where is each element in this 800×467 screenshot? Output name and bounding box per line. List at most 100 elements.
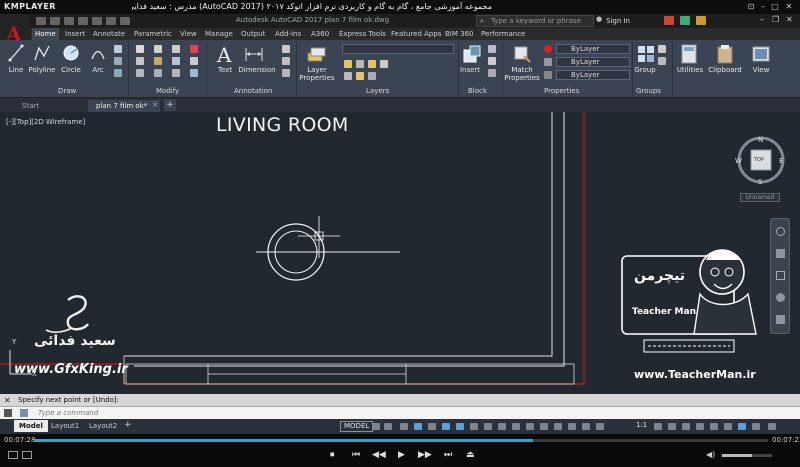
- transparency-icon[interactable]: [484, 423, 492, 430]
- polyline-tool-icon[interactable]: [34, 44, 50, 62]
- rotate-icon[interactable]: [154, 45, 162, 53]
- quick-properties-icon[interactable]: [696, 423, 704, 430]
- layout-tab-model[interactable]: Model: [14, 420, 48, 432]
- compass-south[interactable]: S: [758, 178, 762, 186]
- pin-icon[interactable]: ⊡: [746, 2, 756, 12]
- plot-icon[interactable]: [92, 17, 102, 25]
- polar-tracking-icon[interactable]: [414, 423, 422, 430]
- object-snap-tracking-icon[interactable]: [442, 423, 450, 430]
- group-edit-icon[interactable]: [658, 57, 666, 65]
- tab-express-tools[interactable]: Express Tools: [336, 28, 389, 40]
- object-snap-icon[interactable]: [456, 423, 464, 430]
- ucs-menu[interactable]: Unnamed: [740, 193, 780, 202]
- add-layout-icon[interactable]: +: [124, 420, 132, 430]
- selection-filter-icon[interactable]: [540, 423, 548, 430]
- tab-view[interactable]: View: [177, 28, 200, 40]
- tab-featured-apps[interactable]: Featured Apps: [388, 28, 444, 40]
- a360-icon[interactable]: [680, 16, 690, 25]
- zoom-extents-icon[interactable]: [776, 271, 785, 280]
- sign-in-button[interactable]: Sign In: [606, 15, 630, 27]
- minimize-icon[interactable]: –: [758, 2, 768, 12]
- lock-ui-icon[interactable]: [710, 423, 718, 430]
- units-icon[interactable]: [682, 423, 690, 430]
- pan-icon[interactable]: [776, 249, 785, 258]
- scale-icon[interactable]: [154, 69, 162, 77]
- command-prompt-icon[interactable]: [20, 409, 28, 417]
- group-icon[interactable]: [636, 44, 656, 64]
- layer-off-icon[interactable]: [380, 60, 388, 68]
- open-file-icon[interactable]: [50, 17, 60, 25]
- playlist-icon[interactable]: [22, 451, 32, 459]
- compass-west[interactable]: W: [735, 157, 742, 165]
- match-properties-icon[interactable]: [512, 44, 532, 64]
- line-tool-icon[interactable]: [8, 44, 24, 62]
- clean-screen-icon[interactable]: [752, 423, 760, 430]
- close-tab-icon[interactable]: ✕: [152, 101, 158, 109]
- explode-icon[interactable]: [190, 57, 198, 65]
- block-panel-title[interactable]: Block: [468, 86, 487, 96]
- app-minimize-icon[interactable]: –: [760, 15, 764, 24]
- copy-icon[interactable]: [136, 57, 144, 65]
- fillet-icon[interactable]: [172, 57, 180, 65]
- tab-home[interactable]: Home: [32, 28, 59, 40]
- undo-icon[interactable]: [106, 17, 116, 25]
- erase-icon[interactable]: [190, 45, 198, 53]
- volume-icon[interactable]: ◀): [706, 450, 715, 459]
- layer-freeze-icon[interactable]: [368, 60, 376, 68]
- groups-panel-title[interactable]: Groups: [636, 86, 661, 96]
- tab-add-ins[interactable]: Add-ins: [272, 28, 304, 40]
- eject-icon[interactable]: ⏏: [466, 450, 475, 460]
- command-line[interactable]: Type a command: [0, 406, 800, 419]
- edit-block-icon[interactable]: [488, 57, 496, 65]
- tab-insert[interactable]: Insert: [62, 28, 88, 40]
- search-input[interactable]: Type a keyword or phrase: [476, 15, 594, 27]
- snap-icon[interactable]: [384, 423, 392, 430]
- compass-east[interactable]: E: [779, 157, 783, 165]
- ungroup-icon[interactable]: [658, 45, 666, 53]
- maximize-icon[interactable]: □: [770, 2, 780, 12]
- showmotion-icon[interactable]: [776, 315, 785, 324]
- help-icon[interactable]: [696, 16, 706, 25]
- steering-wheel-icon[interactable]: [776, 227, 785, 236]
- previous-icon[interactable]: ⏮: [352, 450, 360, 460]
- tab-output[interactable]: Output: [238, 28, 268, 40]
- create-block-icon[interactable]: [488, 45, 496, 53]
- fast-forward-icon[interactable]: ▶▶: [418, 450, 432, 460]
- viewport-controls[interactable]: [-][Top][2D Wireframe]: [6, 118, 85, 126]
- auto-scale-icon[interactable]: [582, 423, 590, 430]
- annotation-scale-icon[interactable]: [596, 423, 604, 430]
- linetype-dropdown[interactable]: ByLayer: [556, 70, 630, 80]
- file-tab-plan-7[interactable]: plan 7 film ok*: [88, 100, 160, 112]
- table-icon[interactable]: [282, 57, 290, 65]
- dimension-style-icon[interactable]: [282, 69, 290, 77]
- redo-icon[interactable]: [120, 17, 130, 25]
- layer-lock-icon[interactable]: [368, 72, 376, 80]
- tab-annotate[interactable]: Annotate: [90, 28, 128, 40]
- match-layer-icon[interactable]: [356, 72, 364, 80]
- circle-tool-icon[interactable]: [62, 44, 80, 62]
- app-restore-icon[interactable]: ❐: [772, 15, 779, 24]
- tab-parametric[interactable]: Parametric: [131, 28, 175, 40]
- annotation-panel-title[interactable]: Annotation: [234, 86, 272, 96]
- lineweight-dropdown[interactable]: ByLayer: [556, 57, 630, 67]
- dimension-tool-icon[interactable]: [244, 45, 264, 63]
- save-icon[interactable]: [64, 17, 74, 25]
- command-close-icon[interactable]: ✕: [4, 396, 11, 405]
- modify-panel-title[interactable]: Modify: [156, 86, 179, 96]
- file-tab-start[interactable]: Start: [14, 100, 88, 112]
- isodraft-icon[interactable]: [428, 423, 436, 430]
- next-icon[interactable]: ⏭: [444, 450, 452, 460]
- 3d-osnap-icon[interactable]: [512, 423, 520, 430]
- new-tab-icon[interactable]: +: [164, 99, 176, 111]
- customization-icon[interactable]: [768, 423, 776, 430]
- tab-manage[interactable]: Manage: [202, 28, 236, 40]
- save-as-icon[interactable]: [78, 17, 88, 25]
- ellipse-icon[interactable]: [114, 69, 122, 77]
- ortho-icon[interactable]: [400, 423, 408, 430]
- gizmo-icon[interactable]: [554, 423, 562, 430]
- offset-icon[interactable]: [190, 69, 198, 77]
- edit-attributes-icon[interactable]: [488, 69, 496, 77]
- layers-panel-title[interactable]: Layers: [366, 86, 389, 96]
- workspace-switching-icon[interactable]: [654, 423, 662, 430]
- hardware-acceleration-icon[interactable]: [738, 423, 746, 430]
